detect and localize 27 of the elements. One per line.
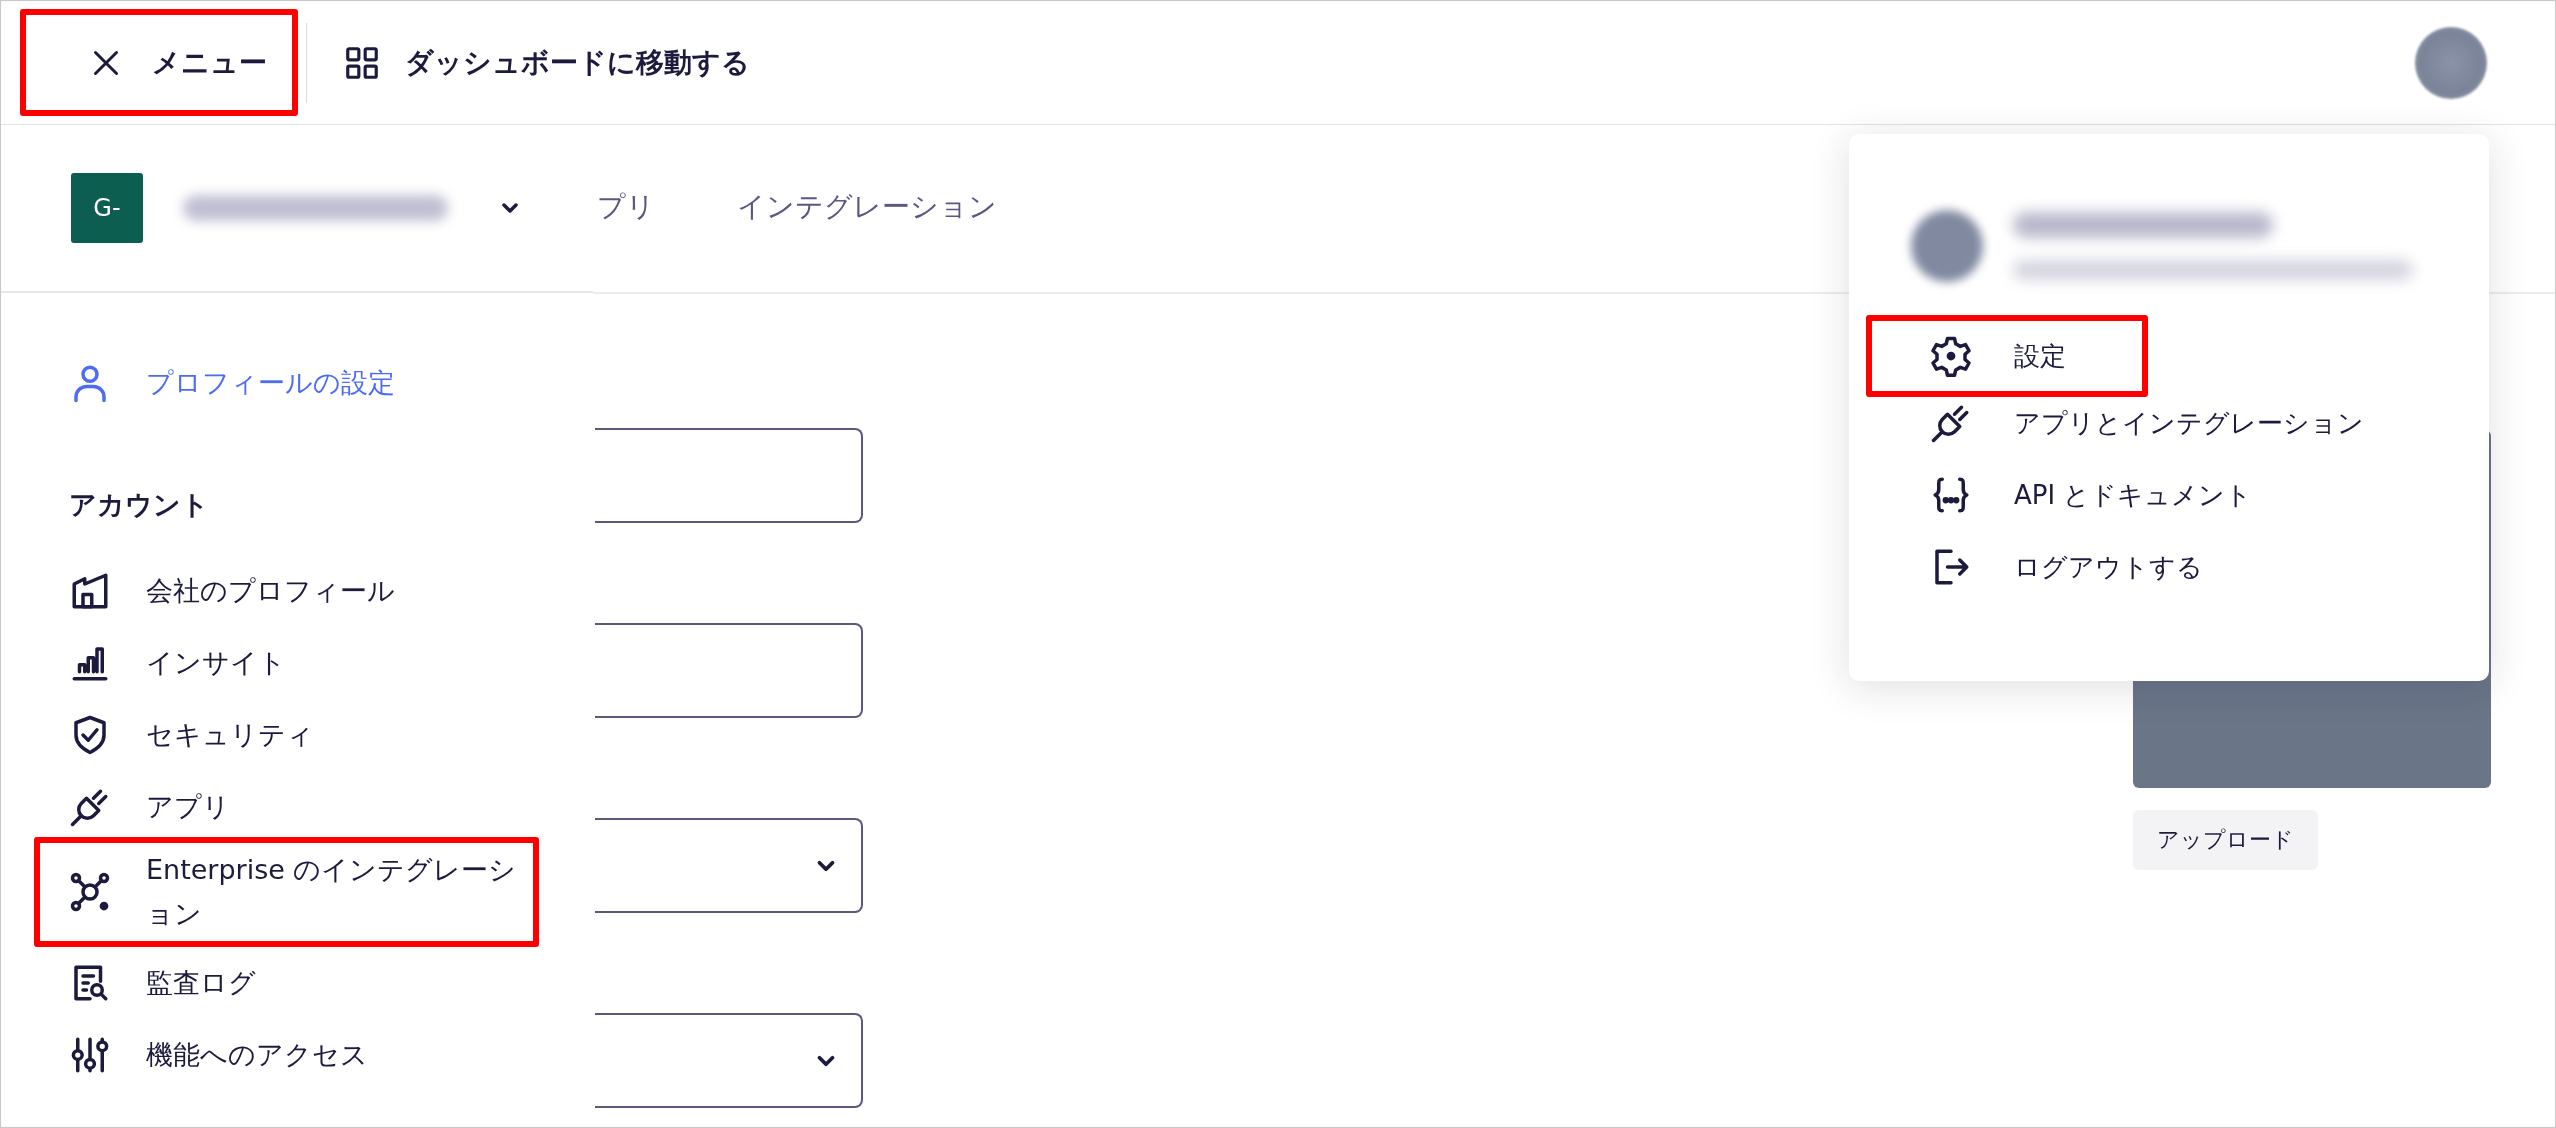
menu-item[interactable]: API とドキュメント	[1866, 459, 2299, 531]
avatar	[1911, 210, 1983, 282]
network-icon	[69, 871, 111, 913]
tab[interactable]: インテグレーション	[737, 178, 997, 239]
sidebar-item[interactable]: 機能へのアクセス	[34, 1019, 539, 1091]
org-badge: G-	[71, 173, 143, 243]
sidebar-item[interactable]: インサイト	[34, 627, 539, 699]
plug-icon	[69, 786, 111, 828]
plug-icon	[1930, 402, 1972, 444]
sidebar-item[interactable]: Enterprise のインテグレーション	[34, 837, 539, 947]
profile-settings-link[interactable]: プロフィールの設定	[34, 347, 539, 419]
select-field[interactable]	[595, 818, 863, 913]
menu-item[interactable]: 設定	[1866, 315, 2148, 397]
select-field[interactable]	[595, 1013, 863, 1108]
input-field[interactable]	[595, 428, 863, 523]
sidebar-item[interactable]: 監査ログ	[34, 947, 539, 1019]
input-field[interactable]	[595, 623, 863, 718]
avatar[interactable]	[2415, 26, 2487, 99]
menu-button[interactable]: メニュー	[20, 9, 298, 116]
settings-icon	[1930, 335, 1972, 377]
section-title: アカウント	[69, 488, 210, 522]
upload-button[interactable]: アップロード	[2133, 810, 2318, 870]
menu-item[interactable]: ログアウトする	[1866, 531, 2249, 603]
dashboard-link[interactable]: ダッシュボードに移動する	[343, 43, 750, 82]
sidebar-item[interactable]: セキュリティ	[34, 699, 539, 771]
tab[interactable]: プリ	[597, 178, 655, 239]
sidebar-item[interactable]: 会社のプロフィール	[34, 555, 539, 627]
